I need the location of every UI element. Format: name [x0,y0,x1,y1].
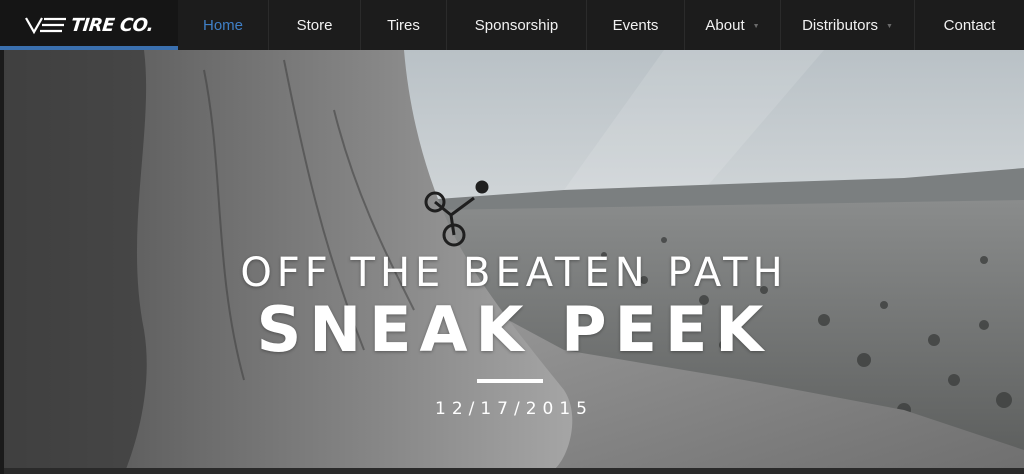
nav-item-label: Contact [943,16,996,34]
nav-item-events[interactable]: Events [586,0,684,50]
brand-name: TIRE CO. [70,14,155,36]
hero-date: 12/17/2015 [435,399,593,419]
hero-headline-line2: SNEAK PEEK [256,293,772,366]
nav-item-about[interactable]: About ▼ [684,0,780,50]
nav-item-label: Events [612,16,659,34]
nav-item-label: About [705,16,745,34]
nav-item-sponsorship[interactable]: Sponsorship [446,0,586,50]
top-navbar: TIRE CO. Home Store Tires Sponsorship Ev… [0,0,1024,50]
hero-banner[interactable]: OFF THE BEATEN PATH SNEAK PEEK 12/17/201… [4,50,1024,474]
nav-item-distributors[interactable]: Distributors ▼ [780,0,914,50]
caret-down-icon: ▼ [885,22,893,30]
caret-down-icon: ▼ [752,22,760,30]
nav-item-label: Sponsorship [474,16,559,34]
nav-item-home[interactable]: Home [178,0,268,50]
hero-text-block: OFF THE BEATEN PATH SNEAK PEEK 12/17/201… [4,50,1024,474]
brand-logo: TIRE CO. [24,14,155,36]
hero-bottom-strip [4,468,1024,474]
hero-divider [477,379,543,383]
nav-item-label: Distributors [802,16,878,34]
nav-item-label: Home [202,16,243,34]
nav-item-label: Tires [387,16,420,34]
nav-item-label: Store [296,16,333,34]
vee-logo-icon [25,17,67,35]
hero-headline-line1: OFF THE BEATEN PATH [240,250,788,296]
nav-item-contact[interactable]: Contact [914,0,1024,50]
brand-logo-link[interactable]: TIRE CO. [0,0,178,50]
nav-item-store[interactable]: Store [268,0,360,50]
main-nav: Home Store Tires Sponsorship Events Abou… [178,0,1024,50]
nav-item-tires[interactable]: Tires [360,0,446,50]
